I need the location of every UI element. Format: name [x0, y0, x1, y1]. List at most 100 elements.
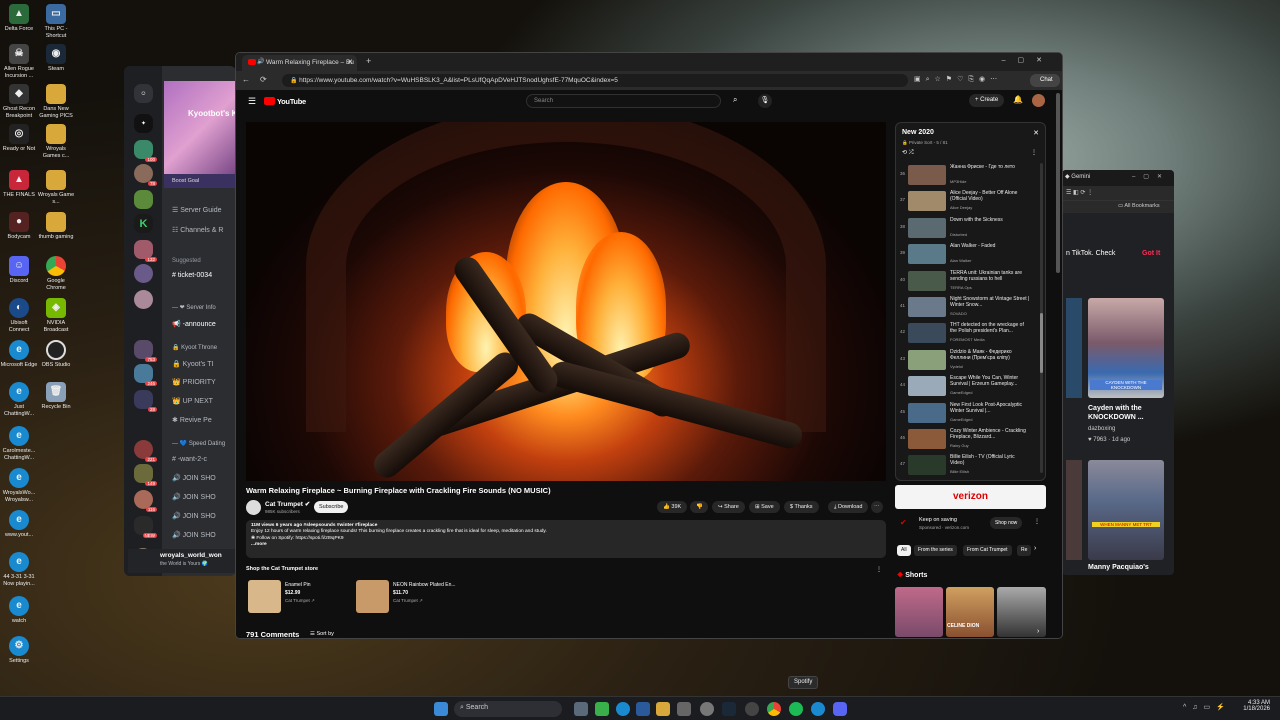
account-avatar[interactable] [1032, 94, 1045, 107]
desktop-icon-folder[interactable]: thumb gaming [37, 212, 75, 241]
channel-want[interactable]: # -want-2-c [172, 456, 207, 463]
window-controls[interactable]: –▢✕ [1002, 56, 1054, 64]
chrome-icon[interactable] [767, 702, 781, 716]
desktop-icon-ubisoft[interactable]: ◐ Ubisoft Connect [0, 298, 38, 333]
desktop-icon-youtube-shortcut[interactable]: e www.yout... [0, 510, 38, 539]
page-scrollbar[interactable] [1056, 93, 1060, 273]
channel-join-3[interactable]: 🔊 JOIN SHO [172, 512, 216, 520]
tab-gemini[interactable]: ◆ Gemini [1065, 173, 1090, 180]
youtube-logo-icon[interactable] [264, 97, 275, 105]
window-controls[interactable]: –▢✕ [1132, 173, 1170, 180]
channel-avatar[interactable] [246, 500, 261, 515]
desktop-icon-this-pc[interactable]: ▭ This PC - Shortcut [37, 4, 75, 39]
card-2-title[interactable]: Manny Pacquiao's [1088, 564, 1149, 571]
desktop-icon-edge-shortcut-2[interactable]: e Carolmeste... ChattingW... [0, 426, 38, 461]
desktop-icon-delta-force[interactable]: ▲ Delta Force [0, 4, 38, 33]
all-bookmarks[interactable]: ▭ All Bookmarks [1118, 203, 1160, 209]
video-player[interactable] [246, 122, 886, 481]
dislike-button[interactable]: 👎 [690, 501, 708, 513]
server-icon[interactable]: 753 [134, 340, 157, 362]
copilot-chat-button[interactable]: Chat [1030, 74, 1060, 87]
playlist-item[interactable]: 38 Down with the Sickness Disturbed [900, 216, 1045, 240]
channel-category-speed-dating[interactable]: — 💙 Speed Dating [172, 440, 225, 447]
ad-banner[interactable]: verizon [895, 485, 1046, 509]
side-card-left-2[interactable] [1066, 460, 1082, 560]
side-card-left[interactable] [1066, 298, 1082, 398]
desktop-icon-ready-or-not[interactable]: ◎ Ready or Not [0, 124, 38, 153]
new-tab-button[interactable]: + [366, 56, 371, 66]
desktop-icon-folder[interactable]: Dans New Gaming PICS [37, 84, 75, 119]
back-arrow-icon[interactable]: ← [242, 75, 250, 84]
desktop-icon-folder[interactable]: Wroyals Game s... [37, 170, 75, 205]
close-tab-icon[interactable]: ✕ [347, 58, 353, 66]
channel-join-1[interactable]: 🔊 JOIN SHO [172, 474, 216, 482]
desktop-icon-edge-shortcut[interactable]: e Just ChattingW... [0, 382, 38, 417]
chip-channel[interactable]: From Cat Trumpet [963, 545, 1012, 556]
got-it-button[interactable]: Got It [1142, 250, 1160, 257]
taskbar-search[interactable]: ⌕ Search [454, 701, 562, 717]
search-icon[interactable]: ⌕ [733, 95, 737, 105]
start-icon[interactable] [434, 702, 448, 716]
product-2[interactable]: NEON Rainbow Plated En... $11.70 Cat Tru… [393, 581, 456, 605]
card-1-title[interactable]: Cayden with the KNOCKDOWN ... [1088, 404, 1158, 422]
toolbar-icons[interactable]: ☰ ◧ ⟳ ⋮ [1066, 189, 1093, 196]
channel-kyoots[interactable]: 🔒 Kyoot's TI [172, 360, 213, 368]
more-actions-button[interactable]: ⋯ [871, 501, 883, 513]
desktop-icon-bodycam[interactable]: ● Bodycam [0, 212, 38, 241]
shop-now-button[interactable]: Shop now [990, 517, 1023, 529]
steam-icon[interactable] [722, 702, 736, 716]
server-guide-link[interactable]: ☰ Server Guide [172, 206, 221, 214]
search-input[interactable]: Search [526, 94, 721, 108]
edge-icon[interactable] [616, 702, 630, 716]
obs-icon[interactable] [745, 702, 759, 716]
playlist-more-icon[interactable]: ⋮ [1031, 149, 1037, 156]
discord-icon[interactable] [833, 702, 847, 716]
server-icon[interactable]: NEW [134, 516, 157, 538]
card-1-user[interactable]: dazboxing [1088, 426, 1115, 432]
product-thumb[interactable] [356, 580, 389, 613]
playlist-item[interactable]: 41 Night Snowstorm at Vintage Street | Wi… [900, 295, 1045, 319]
system-tray-icons[interactable]: ^♫▭⚡ [1183, 703, 1231, 711]
spotify-icon[interactable] [789, 702, 803, 716]
short-thumb[interactable] [895, 587, 943, 637]
shop-more-icon[interactable]: ⋮ [876, 566, 882, 573]
desktop-icon-folder[interactable]: Wroyals Games c... [37, 124, 75, 159]
video-card-2-thumb[interactable]: WHEN MANNY MET TRT [1088, 460, 1164, 560]
channel-revive[interactable]: ✱ Revive Pe [172, 416, 212, 424]
mic-icon[interactable]: 🎙 [758, 94, 772, 108]
desktop-icon-the-finals[interactable]: ▲ THE FINALS [0, 170, 38, 199]
server-icon[interactable] [134, 190, 153, 209]
desktop-icon-edge-shortcut-3[interactable]: e WroyalsWo... Wroyalsw... [0, 468, 38, 503]
youtube-logo-text[interactable]: YouTube [277, 97, 306, 106]
tab-youtube[interactable]: 🔊 Warm Relaxing Fireplace – Bu ✕ [242, 55, 357, 71]
desktop-icon-recycle-bin[interactable]: 🗑 Recycle Bin [37, 382, 75, 411]
sort-by-button[interactable]: ☰ Sort by [310, 631, 334, 637]
like-button[interactable]: 👍 39K [657, 501, 688, 513]
chip-series[interactable]: From the series [914, 545, 957, 556]
scroll-thumb[interactable] [1040, 313, 1043, 373]
settings-icon[interactable] [700, 702, 714, 716]
desktop-icon-now-playing[interactable]: e 44 3-31 3-31 Now playin... [0, 552, 38, 587]
playlist-item[interactable]: 48Вечная память Героям [900, 480, 1045, 481]
desktop-icon-obs[interactable]: OBS Studio [37, 340, 75, 369]
desktop-icon-edge[interactable]: e Microsoft Edge [0, 340, 38, 369]
product-thumb[interactable] [248, 580, 281, 613]
app-icon[interactable] [677, 702, 691, 716]
server-icon[interactable]: 78 [134, 164, 157, 186]
kick-server-icon[interactable]: K [134, 214, 153, 233]
playlist-item[interactable]: 43 Dzidzio & Маяк - Федерико Феллини (Пре… [900, 348, 1045, 372]
task-view-icon[interactable] [574, 702, 588, 716]
server-icon[interactable]: 246 [134, 364, 157, 386]
playlist-item[interactable]: 47 Billie Eilish - TV (Official Lyric Vid… [900, 453, 1045, 477]
video-card-1-thumb[interactable]: CAYDEN WITH THE KNOCKDOWN [1088, 298, 1164, 398]
channel-category-throne[interactable]: 🔒 Kyoot Throne [172, 344, 217, 351]
desktop-icon-alien-rogue[interactable]: ☠ Allen Rogue Incursion ... [0, 44, 38, 79]
playlist-scrollbar[interactable] [1040, 163, 1043, 473]
playlist-item[interactable]: 37 Alice Deejay - Better Off Alone (Offic… [900, 189, 1045, 213]
channel-join-4[interactable]: 🔊 JOIN SHO [172, 531, 216, 539]
product-1[interactable]: Enamel Pin $12.99 Cat Trumpet ↗ [285, 581, 315, 605]
ad-headline[interactable]: Keep on saving [919, 517, 957, 523]
channel-up-next[interactable]: 👑 UP NEXT [172, 397, 213, 405]
channel-join-2[interactable]: 🔊 JOIN SHO [172, 493, 216, 501]
desktop-icon-ghost-recon[interactable]: ◆ Ghost Recon Breakpoint [0, 84, 38, 119]
